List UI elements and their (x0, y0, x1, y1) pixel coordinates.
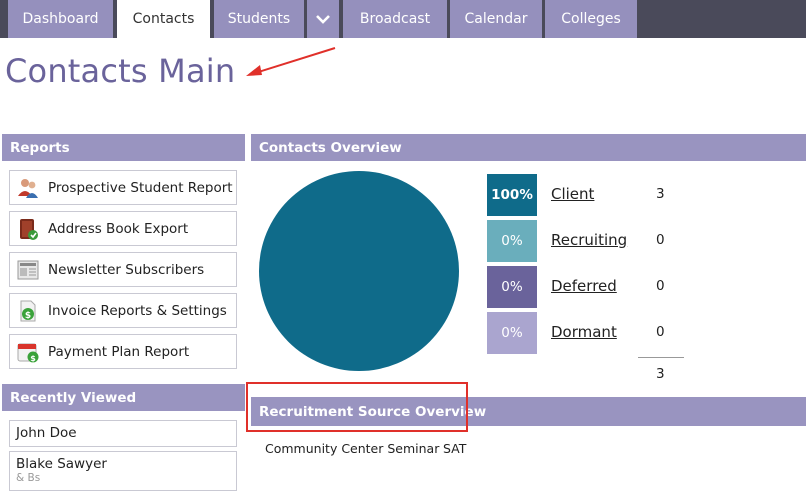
deferred-link[interactable]: Deferred (551, 277, 617, 295)
tab-calendar[interactable]: Calendar (450, 0, 542, 38)
report-label: Payment Plan Report (48, 343, 190, 360)
deferred-percent-badge: 0% (487, 266, 537, 308)
dormant-percent-badge: 0% (487, 312, 537, 354)
recruiting-count: 0 (656, 232, 665, 248)
payment-plan-report-button[interactable]: $ Payment Plan Report (9, 334, 237, 369)
total-divider (638, 357, 684, 358)
dormant-link[interactable]: Dormant (551, 323, 617, 341)
deferred-count: 0 (656, 278, 665, 294)
recently-viewed-header: Recently Viewed (2, 384, 245, 411)
total-count: 3 (656, 366, 665, 382)
recent-item-blake-sawyer[interactable]: Blake Sawyer & Bs (9, 451, 237, 491)
client-percent-badge: 100% (487, 174, 537, 216)
tab-students[interactable]: Students (214, 0, 304, 38)
source-sat: SAT (443, 441, 467, 456)
recruiting-link[interactable]: Recruiting (551, 231, 627, 249)
page-title: Contacts Main (5, 52, 236, 90)
svg-text:$: $ (30, 354, 36, 363)
recent-item-john-doe[interactable]: John Doe (9, 420, 237, 447)
prospective-student-report-button[interactable]: Prospective Student Report (9, 170, 237, 205)
tab-contacts[interactable]: Contacts (117, 0, 210, 38)
recruiting-percent-badge: 0% (487, 220, 537, 262)
top-nav: Dashboard Contacts Students Broadcast Ca… (0, 0, 806, 38)
users-icon (18, 178, 38, 198)
tab-broadcast[interactable]: Broadcast (343, 0, 447, 38)
recent-item-subtitle: & Bs (16, 472, 41, 484)
client-count: 3 (656, 186, 665, 202)
report-label: Address Book Export (48, 220, 189, 237)
newsletter-subscribers-button[interactable]: Newsletter Subscribers (9, 252, 237, 287)
recent-item-name: Blake Sawyer (16, 456, 107, 472)
newspaper-icon (17, 260, 39, 279)
address-book-icon (20, 218, 38, 240)
calendar-payment-icon: $ (17, 343, 39, 363)
address-book-export-button[interactable]: Address Book Export (9, 211, 237, 246)
pie-slice-client (259, 171, 459, 371)
recruitment-source-header: Recruitment Source Overview (251, 397, 806, 426)
contacts-overview-header: Contacts Overview (251, 134, 806, 161)
students-dropdown-button[interactable] (307, 0, 339, 38)
report-label: Invoice Reports & Settings (48, 302, 227, 319)
invoice-reports-settings-button[interactable]: $ Invoice Reports & Settings (9, 293, 237, 328)
contacts-pie-chart (259, 171, 459, 371)
recent-item-name: John Doe (16, 425, 77, 441)
chevron-down-icon (316, 15, 330, 24)
tab-colleges[interactable]: Colleges (545, 0, 637, 38)
source-community-center-seminar: Community Center Seminar (265, 441, 440, 456)
report-label: Newsletter Subscribers (48, 261, 205, 278)
reports-header: Reports (2, 134, 245, 161)
tab-dashboard[interactable]: Dashboard (8, 0, 113, 38)
client-link[interactable]: Client (551, 185, 594, 203)
invoice-icon: $ (20, 300, 36, 321)
dormant-count: 0 (656, 324, 665, 340)
report-label: Prospective Student Report (48, 179, 233, 196)
annotation-arrow (246, 47, 336, 76)
svg-text:$: $ (25, 311, 31, 321)
